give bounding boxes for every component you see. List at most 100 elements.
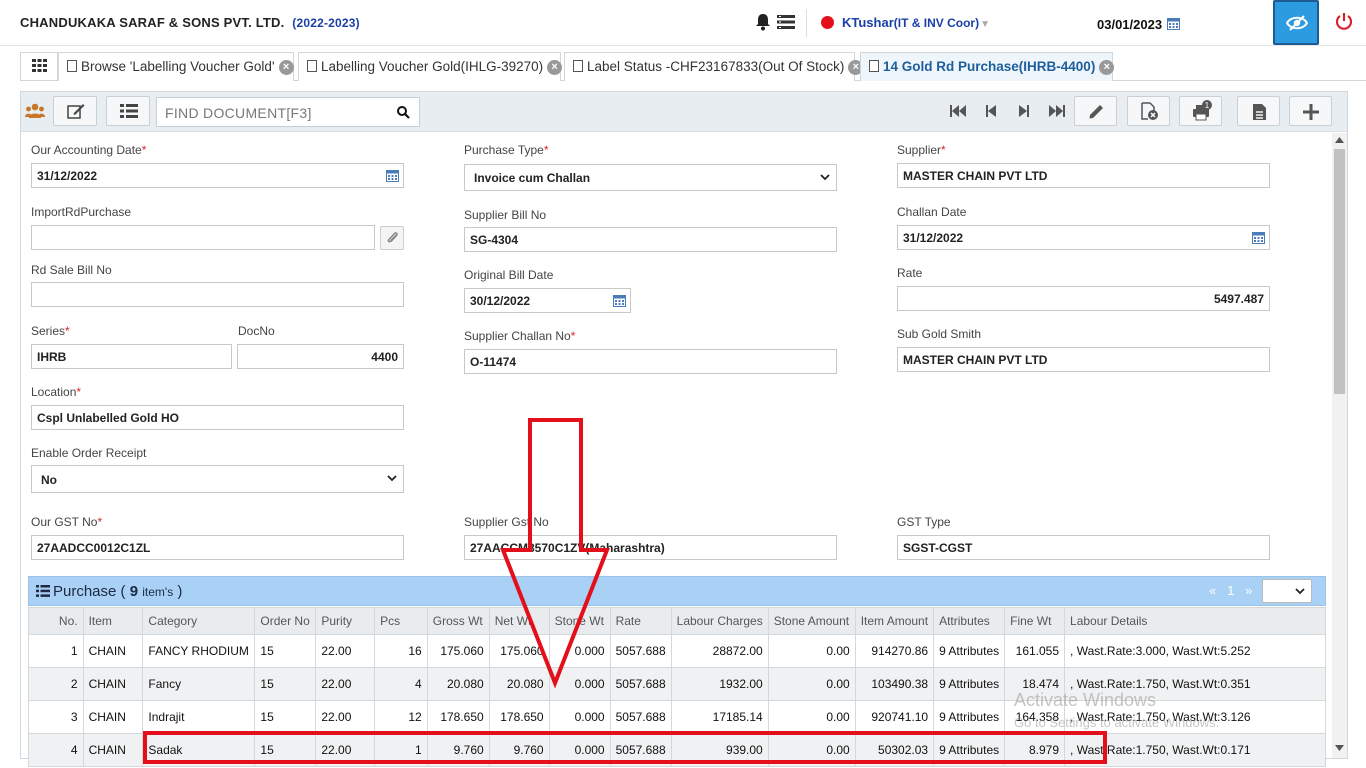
sub-goldsmith-field[interactable]: MASTER CHAIN PVT LTD <box>897 347 1270 372</box>
cell-no: 3 <box>28 700 84 734</box>
column-header[interactable]: Pcs <box>374 607 428 635</box>
paperclip-icon <box>387 232 398 243</box>
cell-category: FANCY RHODIUM <box>142 634 256 668</box>
supplier-bill-field[interactable]: SG-4304 <box>464 227 837 252</box>
original-bill-date-field[interactable]: 30/12/2022 <box>464 288 631 313</box>
power-icon[interactable] <box>1335 12 1353 30</box>
our-gst-field[interactable]: 27AADCC0012C1ZL <box>31 535 404 560</box>
vertical-scrollbar[interactable] <box>1332 133 1347 758</box>
document-button[interactable] <box>1237 96 1280 126</box>
next-record-icon[interactable] <box>1018 104 1029 118</box>
purchase-title: Purchase ( 9 item's ) <box>36 583 182 600</box>
gst-type-label: GST Type <box>897 515 951 529</box>
location-field[interactable]: Cspl Unlabelled Gold HO <box>31 405 404 430</box>
gst-type-field[interactable]: SGST-CGST <box>897 535 1270 560</box>
document-toolbar: FIND DOCUMENT[F3] 1 <box>21 92 1347 132</box>
edit-button[interactable] <box>1074 96 1117 126</box>
last-record-icon[interactable] <box>1049 104 1065 118</box>
calendar-icon[interactable] <box>1252 231 1265 244</box>
column-header[interactable]: Item <box>82 607 144 635</box>
apps-grid-button[interactable] <box>20 52 58 81</box>
import-rd-purchase-field[interactable] <box>31 225 375 250</box>
hide-toggle-button[interactable] <box>1273 0 1319 45</box>
cell-no: 4 <box>28 733 84 767</box>
column-header[interactable]: Stone Amount <box>767 607 856 635</box>
bell-icon[interactable] <box>754 13 772 31</box>
attach-button[interactable] <box>380 226 404 250</box>
page-size-select[interactable] <box>1262 579 1312 603</box>
column-header[interactable]: Stone Wt <box>548 607 611 635</box>
column-header[interactable]: Category <box>142 607 256 635</box>
list-view-button[interactable] <box>106 96 150 126</box>
tab-label-status[interactable]: Label Status -CHF23167833(Out Of Stock) × <box>564 52 864 81</box>
cell-fine-wt: 8.979 <box>1004 733 1066 767</box>
close-icon[interactable]: × <box>547 60 563 75</box>
purchase-type-select[interactable]: Invoice cum Challan <box>464 164 837 191</box>
cell-attributes[interactable]: 9 Attributes <box>933 667 1006 701</box>
close-icon[interactable]: × <box>1099 60 1115 75</box>
close-icon[interactable]: × <box>278 60 294 75</box>
series-field[interactable]: IHRB <box>31 344 232 369</box>
calendar-icon[interactable] <box>386 169 399 182</box>
rd-sale-bill-field[interactable] <box>31 282 404 307</box>
user-menu[interactable]: KTushar(IT & INV Coor)▼ <box>842 15 990 30</box>
column-header[interactable]: Attributes <box>933 607 1006 635</box>
header-divider <box>806 9 807 37</box>
edit-note-button[interactable] <box>53 96 97 126</box>
calendar-icon[interactable] <box>613 294 626 307</box>
list-menu-icon[interactable] <box>777 14 795 30</box>
docno-field[interactable]: 4400 <box>237 344 404 369</box>
accounting-date-field[interactable]: 31/12/2022 <box>31 163 404 188</box>
cell-item-amount: 50302.03 <box>854 733 935 767</box>
column-header[interactable]: Order No <box>254 607 317 635</box>
our-gst-label: Our GST No* <box>31 515 103 529</box>
cell-attributes[interactable]: 9 Attributes <box>933 634 1006 668</box>
print-button[interactable]: 1 <box>1179 96 1222 126</box>
supplier-challan-field[interactable]: O-11474 <box>464 349 837 374</box>
enable-order-receipt-select[interactable]: No <box>31 465 404 493</box>
chevron-down-icon <box>820 174 830 181</box>
previous-record-icon[interactable] <box>986 104 997 118</box>
column-header[interactable]: Labour Charges <box>670 607 769 635</box>
cell-stone-amount: 0.00 <box>767 634 856 668</box>
supplier-gst-field[interactable]: 27AACCM8570C1ZV(Maharashtra) <box>464 535 837 560</box>
cancel-document-button[interactable] <box>1127 96 1170 126</box>
column-header[interactable]: Item Amount <box>854 607 935 635</box>
tab-browse-labelling[interactable]: Browse 'Labelling Voucher Gold' × <box>58 52 294 81</box>
column-header[interactable]: Net Wt <box>488 607 550 635</box>
rate-field[interactable]: 5497.487 <box>897 286 1270 311</box>
calendar-icon[interactable] <box>1167 17 1180 30</box>
first-record-icon[interactable] <box>950 104 966 118</box>
scroll-up-icon[interactable] <box>1335 137 1344 143</box>
tab-labelling-voucher[interactable]: Labelling Voucher Gold(IHLG-39270) × <box>298 52 563 81</box>
challan-date-field[interactable]: 31/12/2022 <box>897 225 1270 250</box>
tab-gold-rd-purchase[interactable]: 14 Gold Rd Purchase(IHRB-4400) × <box>860 52 1115 81</box>
search-icon[interactable] <box>397 106 410 119</box>
sub-goldsmith-label: Sub Gold Smith <box>897 327 982 341</box>
scroll-down-icon[interactable] <box>1335 745 1344 751</box>
table-row[interactable]: 1 CHAIN FANCY RHODIUM 15 22.00 16 175.06… <box>28 634 1326 668</box>
pager-next[interactable]: » <box>1245 583 1252 598</box>
location-label: Location* <box>31 385 82 399</box>
pager-page[interactable]: 1 <box>1227 583 1234 598</box>
column-header[interactable]: Fine Wt <box>1004 607 1066 635</box>
table-row[interactable]: 4 CHAIN Sadak 15 22.00 1 9.760 9.760 0.0… <box>28 733 1326 767</box>
column-header[interactable]: No. <box>28 607 84 635</box>
users-icon[interactable] <box>25 103 45 119</box>
add-button[interactable] <box>1289 96 1332 126</box>
cell-attributes[interactable]: 9 Attributes <box>933 700 1006 734</box>
column-header[interactable]: Labour Details <box>1064 607 1326 635</box>
supplier-field[interactable]: MASTER CHAIN PVT LTD <box>897 163 1270 188</box>
current-date[interactable]: 03/01/2023 <box>1097 17 1162 32</box>
column-header[interactable]: Gross Wt <box>426 607 490 635</box>
document-icon <box>573 60 583 72</box>
pager-prev[interactable]: « <box>1209 583 1216 598</box>
user-role: (IT & INV Coor) <box>893 16 980 30</box>
find-document-input[interactable]: FIND DOCUMENT[F3] <box>156 97 420 127</box>
column-header[interactable]: Rate <box>609 607 672 635</box>
cell-attributes[interactable]: 9 Attributes <box>933 733 1006 767</box>
cell-stone-wt: 0.000 <box>548 733 611 767</box>
scrollbar-thumb[interactable] <box>1334 149 1345 394</box>
column-header[interactable]: Purity <box>315 607 376 635</box>
financial-year[interactable]: (2022-2023) <box>292 16 360 30</box>
